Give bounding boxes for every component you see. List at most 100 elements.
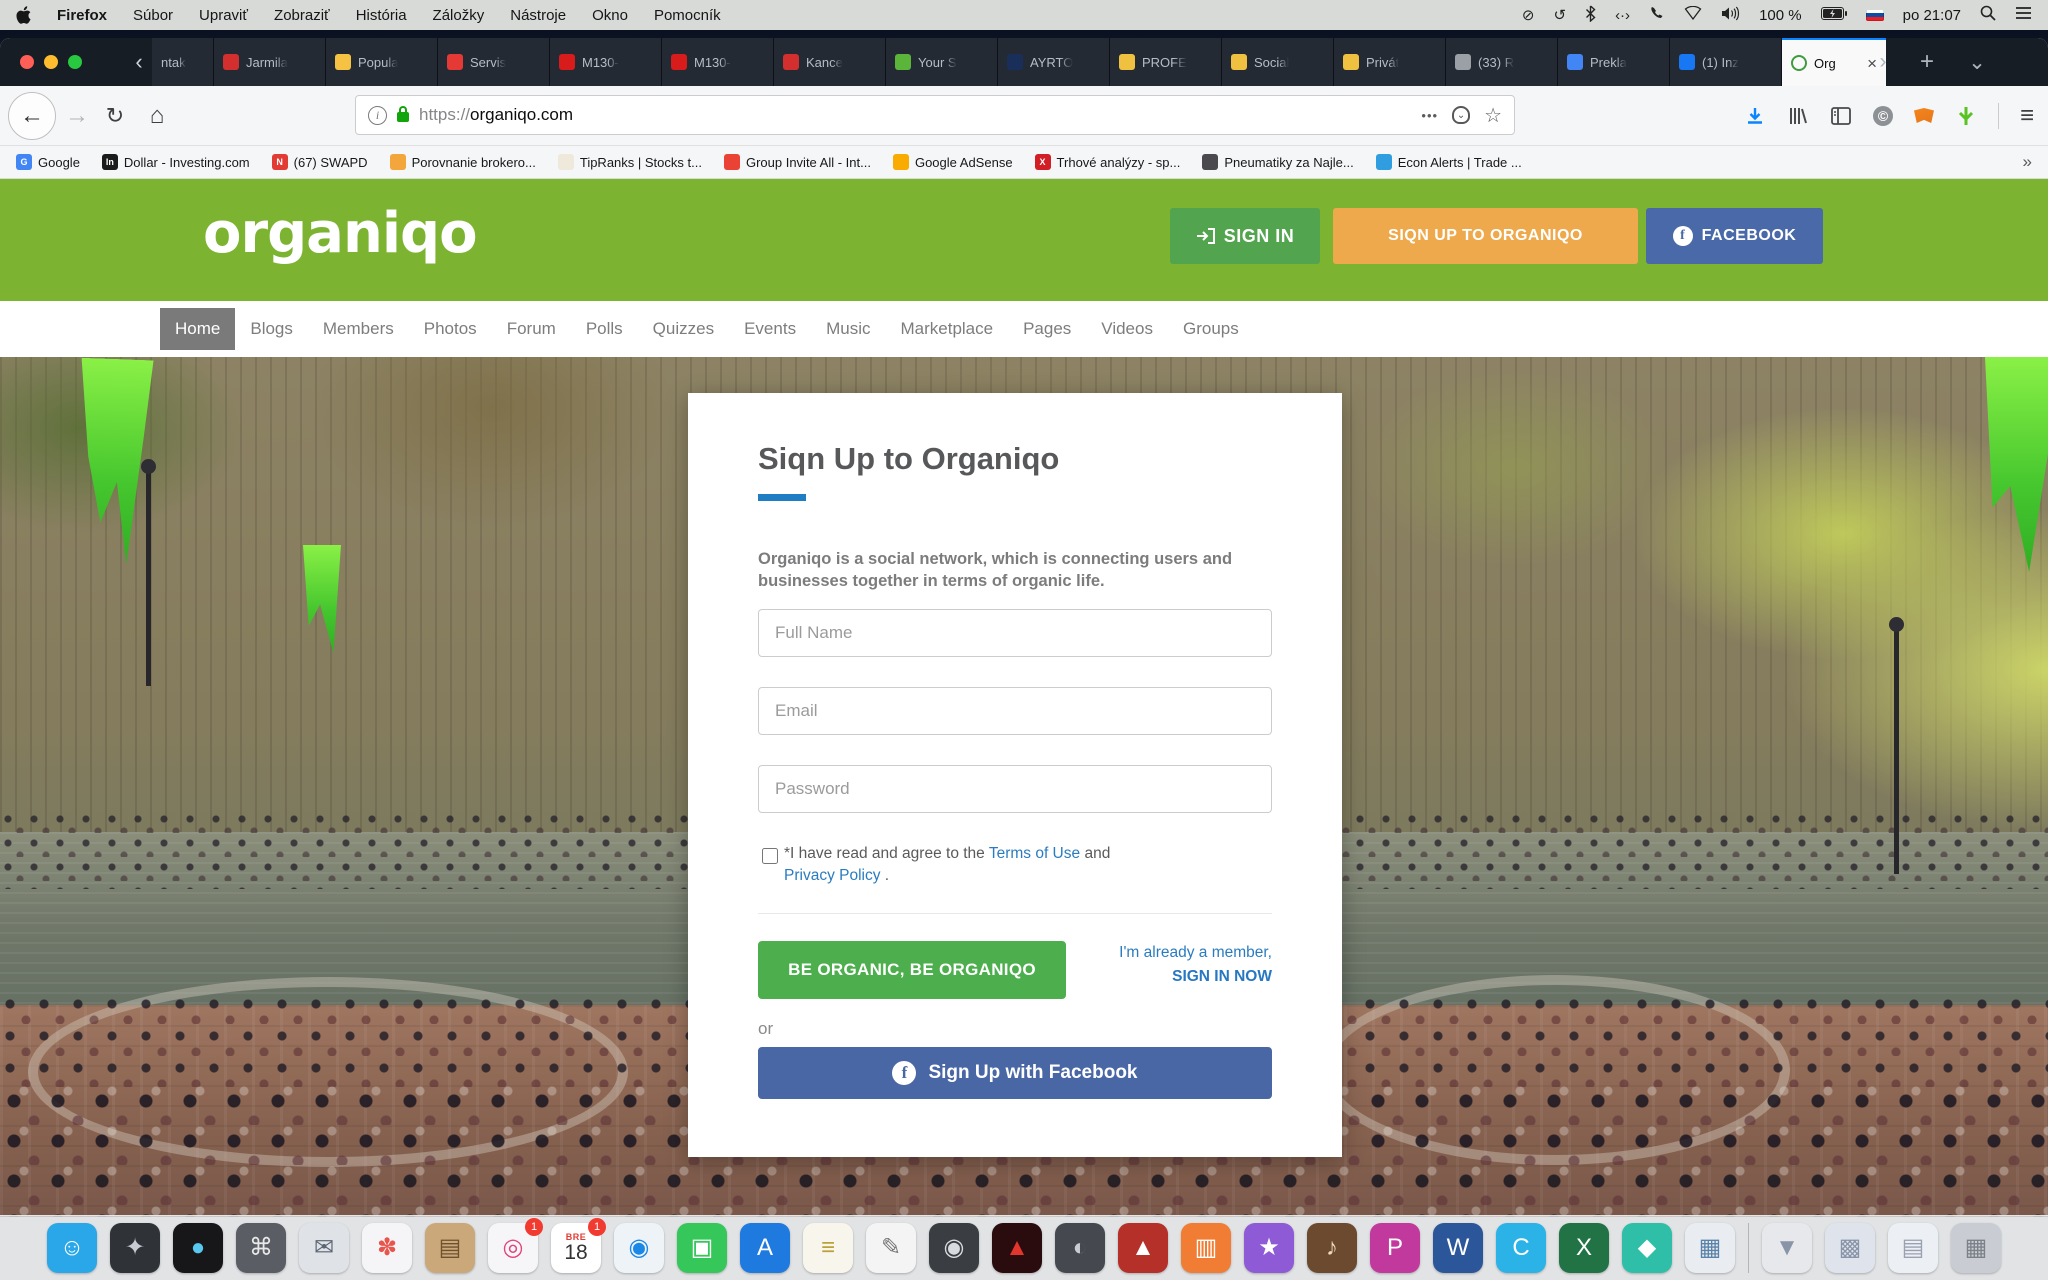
home-button[interactable]: ⌂: [142, 86, 172, 145]
dock-safari-icon[interactable]: ◉: [614, 1223, 664, 1273]
dock-mail-icon[interactable]: ✉: [299, 1223, 349, 1273]
do-not-disturb-icon[interactable]: ⊘: [1522, 6, 1535, 24]
sign-in-button[interactable]: SIGN IN: [1170, 208, 1320, 264]
dock-app-store-icon[interactable]: A: [740, 1223, 790, 1273]
nav-item[interactable]: Pages: [1008, 308, 1086, 350]
bookmark-star-icon[interactable]: ☆: [1484, 103, 1502, 128]
dock-photos-icon[interactable]: ✽: [362, 1223, 412, 1273]
bookmarks-overflow-icon[interactable]: »: [2023, 152, 2032, 172]
bookmark-item[interactable]: Group Invite All - Int...: [724, 154, 871, 170]
dock-photo-booth-icon[interactable]: ◉: [929, 1223, 979, 1273]
nav-item[interactable]: Home: [160, 308, 235, 350]
browser-tab[interactable]: Prekla: [1558, 38, 1670, 86]
browser-tab[interactable]: (1) Inz: [1670, 38, 1782, 86]
nav-item[interactable]: Quizzes: [638, 308, 729, 350]
browser-tab[interactable]: Popula: [326, 38, 438, 86]
facebook-signup-button[interactable]: f Sign Up with Facebook: [758, 1047, 1272, 1099]
menu-app-name[interactable]: Firefox: [57, 7, 107, 24]
metamask-fox-icon[interactable]: [1914, 107, 1934, 125]
dock-preview-icon[interactable]: ▦: [1685, 1223, 1735, 1273]
wifi-icon[interactable]: [1684, 6, 1702, 24]
video-download-helper-icon[interactable]: [1955, 105, 1977, 127]
browser-tab[interactable]: AYRTO: [998, 38, 1110, 86]
new-tab-button[interactable]: +: [1912, 38, 1942, 86]
dock-calendar-icon[interactable]: BRE 18 1: [551, 1223, 601, 1273]
dock-siri-icon[interactable]: ●: [173, 1223, 223, 1273]
site-logo[interactable]: organiqo: [203, 201, 477, 266]
dock-acrobat-reader-icon[interactable]: ▲: [1118, 1223, 1168, 1273]
menu-item[interactable]: Upraviť: [199, 7, 248, 24]
terms-of-use-link[interactable]: Terms of Use: [989, 845, 1080, 862]
volume-icon[interactable]: [1721, 6, 1740, 25]
notification-center-icon[interactable]: [2015, 6, 2032, 24]
bookmark-item[interactable]: In Dollar - Investing.com: [102, 154, 250, 170]
browser-tab[interactable]: PROFE: [1110, 38, 1222, 86]
scroll-tabs-right-button[interactable]: ›: [1868, 38, 1898, 86]
copyright-extension-icon[interactable]: ©: [1873, 106, 1893, 126]
bookmark-item[interactable]: Pneumatiky za Najle...: [1202, 154, 1353, 170]
browser-tab[interactable]: Kance: [774, 38, 886, 86]
close-window-button[interactable]: [20, 55, 34, 69]
bookmark-item[interactable]: Google AdSense: [893, 154, 1013, 170]
dock-acrobat-icon[interactable]: ▲: [992, 1223, 1042, 1273]
bookmark-item[interactable]: N (67) SWAPD: [272, 154, 368, 170]
time-machine-icon[interactable]: ↺: [1553, 6, 1566, 24]
dock-files-stack-icon[interactable]: ▤: [1888, 1223, 1938, 1273]
dock-documents-folder-icon[interactable]: ▩: [1825, 1223, 1875, 1273]
privacy-policy-link[interactable]: Privacy Policy: [784, 867, 880, 884]
nav-item[interactable]: Events: [729, 308, 811, 350]
sign-up-button[interactable]: SIQN UP TO ORGANIQO: [1333, 208, 1638, 264]
slovak-flag-input-icon[interactable]: [1866, 9, 1884, 21]
reload-button[interactable]: ↻: [100, 86, 130, 145]
browser-tab[interactable]: Your S: [886, 38, 998, 86]
browser-tab[interactable]: Privát: [1334, 38, 1446, 86]
dock-textedit-icon[interactable]: ✎: [866, 1223, 916, 1273]
nav-item[interactable]: Photos: [409, 308, 492, 350]
dock-teal-app-icon[interactable]: ◆: [1622, 1223, 1672, 1273]
dock-itunes-icon[interactable]: ★: [1244, 1223, 1294, 1273]
menu-item[interactable]: Súbor: [133, 7, 173, 24]
dock-purple-p-app-icon[interactable]: P: [1370, 1223, 1420, 1273]
dock-garageband-icon[interactable]: ♪: [1307, 1223, 1357, 1273]
page-actions-icon[interactable]: •••: [1421, 108, 1438, 123]
menu-item[interactable]: Okno: [592, 7, 628, 24]
menu-item[interactable]: Nástroje: [510, 7, 566, 24]
nav-item[interactable]: Groups: [1168, 308, 1254, 350]
menu-item[interactable]: Zobraziť: [274, 7, 330, 24]
sidebar-icon[interactable]: [1830, 105, 1852, 127]
bookmark-item[interactable]: Econ Alerts | Trade ...: [1376, 154, 1522, 170]
library-icon[interactable]: [1787, 105, 1809, 127]
dock-mission-control-icon[interactable]: ⌘: [236, 1223, 286, 1273]
full-name-input[interactable]: [758, 609, 1272, 657]
nav-item[interactable]: Polls: [571, 308, 638, 350]
bookmark-item[interactable]: TipRanks | Stocks t...: [558, 154, 702, 170]
menu-item[interactable]: História: [356, 7, 407, 24]
zoom-window-button[interactable]: [68, 55, 82, 69]
dock-disk-utility-icon[interactable]: ◐: [1055, 1223, 1105, 1273]
email-input[interactable]: [758, 687, 1272, 735]
browser-tab[interactable]: Servis: [438, 38, 550, 86]
dock-books-icon[interactable]: ▥: [1181, 1223, 1231, 1273]
forward-button[interactable]: →: [62, 86, 92, 145]
dock-finder-icon[interactable]: ☺: [47, 1223, 97, 1273]
dock-downloads-folder-icon[interactable]: ▼: [1762, 1223, 1812, 1273]
bookmark-item[interactable]: G Google: [16, 154, 80, 170]
sign-in-now-link[interactable]: SIGN IN NOW: [1119, 965, 1272, 988]
browser-tab[interactable]: M130-: [550, 38, 662, 86]
dock-reminders-icon[interactable]: ◎ 1: [488, 1223, 538, 1273]
dock-contacts-icon[interactable]: ▤: [425, 1223, 475, 1273]
pocket-icon[interactable]: ⌄: [1452, 106, 1470, 124]
bluetooth-icon[interactable]: [1585, 5, 1596, 26]
nav-item[interactable]: Members: [308, 308, 409, 350]
phone-icon[interactable]: [1649, 5, 1665, 25]
bookmark-item[interactable]: Porovnanie brokero...: [390, 154, 536, 170]
browser-tab[interactable]: (33) R: [1446, 38, 1558, 86]
dock-c-app-icon[interactable]: C: [1496, 1223, 1546, 1273]
dock-launchpad-icon[interactable]: ✦: [110, 1223, 160, 1273]
site-info-icon[interactable]: i: [368, 106, 387, 125]
nav-item[interactable]: Music: [811, 308, 885, 350]
nav-item[interactable]: Marketplace: [885, 308, 1008, 350]
back-button[interactable]: ←: [8, 92, 56, 140]
dock-word-icon[interactable]: W: [1433, 1223, 1483, 1273]
browser-tab[interactable]: Social: [1222, 38, 1334, 86]
